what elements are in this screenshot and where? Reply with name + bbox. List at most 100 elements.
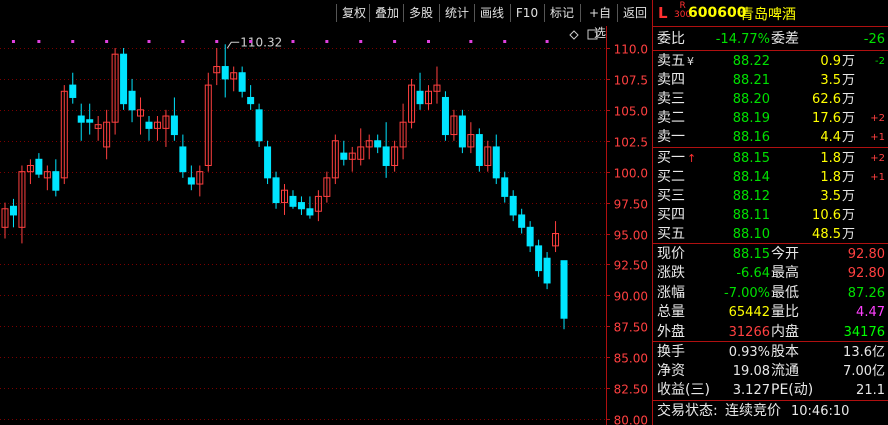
y-tick-label: 105.0 [614,105,648,119]
wei-cha-value: -26 [863,32,885,47]
toolbar-button-7[interactable]: +自选 [583,3,617,40]
status-label: 交易状态: [657,403,718,419]
order-volume: 3.5 [820,73,841,88]
candle-down [560,260,568,319]
event-marker [11,40,15,43]
toolbar-button-5[interactable]: F10 [513,3,541,23]
quote-value: 88.15 [732,247,770,262]
order-unit: 万 [841,208,855,223]
sell-order-row[interactable]: 卖三 88.20 62.6 万 [653,90,888,109]
wei-bi-value: -14.77% [715,32,770,47]
sell-order-row[interactable]: 卖五 ¥88.22 0.9 万 -2 [653,52,888,71]
candle-down [526,226,534,247]
order-unit: 万 [841,130,855,145]
event-marker [359,40,363,43]
status-state: 连续竞价 [725,403,781,419]
quote-value: -6.64 [736,266,770,282]
buy-order-row[interactable]: 买一 ↑ 88.15 1.8 万 +2 [653,149,888,168]
stock-name: 青岛啤酒 [740,7,796,23]
toolbar-button-8[interactable]: 返回 [620,3,650,23]
order-change: +1 [870,132,885,143]
buy-order-row[interactable]: 买三 88.12 3.5 万 [653,187,888,206]
candle-down [492,146,500,179]
order-level-label: 卖五 [657,53,685,69]
event-marker [427,40,430,43]
kline-chart[interactable]: 80.00 82.50 85.00 87.50 90.00 92.50 95.00 97.50… [0,26,652,425]
order-unit: 万 [841,111,855,126]
candle-down [170,115,178,136]
candle-down [535,245,543,272]
event-marker [325,40,329,43]
wei-bi-label: 委比 [657,31,685,47]
candle-down [120,53,128,105]
event-marker [71,40,75,43]
quote-row: 外盘 31266 内盘 34176 [653,323,888,342]
quote-label: 内盘 [771,323,799,340]
y-tick-label: 85.00 [614,352,648,366]
order-change: -2 [875,56,885,67]
candle-down [187,177,195,185]
order-price: 88.11 [732,208,770,223]
candle-down [35,158,43,175]
toolbar-button-6[interactable]: 标记 [547,3,577,23]
sell-order-row[interactable]: 卖一 88.16 4.4 万 +1 [653,128,888,147]
sell-order-row[interactable]: 卖二 88.19 17.6 万 +2 [653,109,888,128]
quote-label: 现价 [657,246,685,262]
order-price: 88.10 [732,227,770,242]
order-volume: 1.8 [820,151,841,166]
order-volume: 48.5 [812,227,841,242]
order-change: +2 [870,153,885,164]
fundamental-label: 收益(三) [657,382,710,398]
toolbar-button-0[interactable]: 复权 [339,3,369,23]
candle-down [441,96,449,136]
candle-down [509,195,517,216]
order-price: 88.21 [732,73,770,88]
quote-value: 34176 [843,324,885,340]
event-marker [37,40,41,43]
order-price: 88.15 [732,151,770,166]
buy-order-row[interactable]: 买五 88.10 48.5 万 [653,225,888,244]
order-unit: 万 [841,227,855,242]
divider [653,26,888,27]
order-volume: 4.4 [820,130,841,145]
order-price: 88.22 [732,54,770,69]
candle-down [297,202,305,210]
event-marker [215,40,219,43]
event-marker [105,40,109,43]
order-unit: 万 [841,92,855,107]
quote-value: 4.47 [856,305,885,321]
toolbar-button-4[interactable]: 画线 [477,3,507,23]
candle-down [543,257,551,284]
order-level-label: 买一 [657,150,685,166]
order-price: 88.16 [732,130,770,145]
kline-svg[interactable]: 80.00 82.50 85.00 87.50 90.00 92.50 95.00 97.50… [0,26,652,425]
candle-down [255,109,263,142]
order-mark: ↑ [687,152,697,165]
toolbar-button-1[interactable]: 叠加 [372,3,402,23]
divider [653,147,888,148]
toolbar-button-3[interactable]: 统计 [442,3,472,23]
quote-label: 量比 [771,304,799,321]
event-marker [503,40,507,43]
event-marker [545,40,549,43]
order-price: 88.12 [732,189,770,204]
toolbar-button-2[interactable]: 多股 [406,3,436,23]
quote-value: 92.80 [847,247,885,262]
buy-order-row[interactable]: 买四 88.11 10.6 万 [653,206,888,225]
order-volume: 62.6 [812,92,841,107]
quote-label: 涨幅 [657,284,685,301]
candle-down [238,72,246,92]
fundamental-value: 7.00亿 [843,364,885,379]
candle-down [221,66,229,80]
candle-down [69,84,77,98]
order-price: 88.19 [732,111,770,126]
quote-value: 92.80 [847,266,885,282]
y-tick-label: 90.00 [614,290,648,304]
order-level-label: 卖一 [657,129,685,145]
event-marker [181,40,185,43]
event-marker [147,40,151,43]
fundamental-label: 净资 [657,363,685,379]
fundamental-label: 股本 [771,344,799,360]
buy-order-row[interactable]: 买二 88.14 1.8 万 +1 [653,168,888,187]
sell-order-row[interactable]: 卖四 88.21 3.5 万 [653,71,888,90]
